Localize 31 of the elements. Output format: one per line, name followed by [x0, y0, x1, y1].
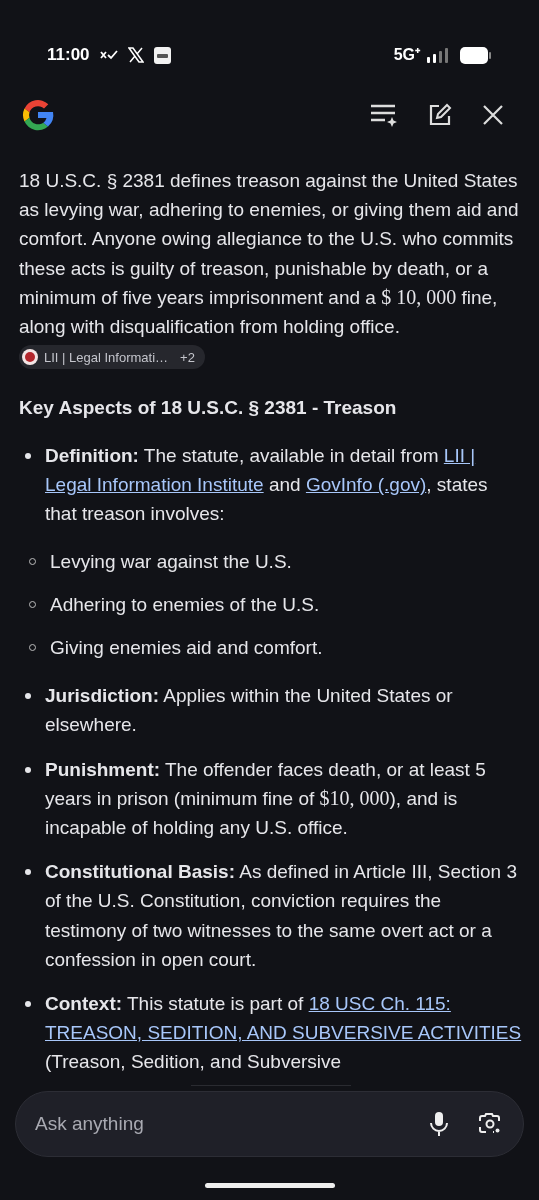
clock-time: 11:00: [47, 44, 90, 67]
list-sparkle-icon[interactable]: [370, 102, 398, 128]
source-link[interactable]: GovInfo (.gov): [305, 474, 427, 496]
close-icon[interactable]: [482, 104, 504, 126]
camera-search-icon[interactable]: [479, 1113, 501, 1135]
sub-bullet-text: Adhering to enemies of the U.S.: [50, 592, 320, 617]
source-link[interactable]: 18 USC Ch. 115:: [308, 992, 451, 1014]
source-link[interactable]: Legal Information Institute: [45, 474, 264, 496]
source-link[interactable]: TREASON, SEDITION, AND SUBVERSIVE ACTIVITIES: [45, 1022, 522, 1044]
bullet-text: Jurisdiction: Applies within the United States or elsewhere.: [45, 684, 454, 738]
bullet-text: Punishment: The offender faces death, or at least 5 years in prison (minimum fine of $10, 000), and is incapable of holding any U.S. office.: [45, 757, 487, 840]
network-label: 5G⁺: [393, 45, 420, 65]
section-heading: Key Aspects of 18 U.S.C. § 2381 - Treason: [19, 396, 398, 421]
ask-input-field[interactable]: Ask anything: [35, 1109, 429, 1139]
ask-bar[interactable]: Ask anything: [15, 1091, 524, 1157]
battery-icon: [460, 46, 492, 64]
app-icon: [153, 46, 171, 64]
edit-icon[interactable]: [428, 103, 452, 127]
bullet-text: Constitutional Basis: As defined in Article III, Section 3 of the U.S. Constitution, conviction requires the testimony of two witnesses to the same overt act or a confession in open court.: [45, 860, 518, 972]
sub-bullet-text: Giving enemies aid and comfort.: [50, 635, 323, 660]
answer-paragraph: 18 U.S.C. § 2381 defines treason against the United States as levying war, adhering to enemies, or giving them aid and comfort. Anyone owing allegiance to the U.S. who commits these acts is guilty of treason, punishable by death, or a minimum of five years imprisonment and a $ 10, 000 fine, along with disqualification from holding office. LII | Legal Informati… +2: [19, 166, 523, 371]
check-icon: [99, 50, 118, 60]
source-chip[interactable]: LII | Legal Informati… +2: [19, 345, 205, 370]
google-logo-icon: [20, 97, 56, 133]
source-favicon-icon: [22, 349, 38, 366]
microphone-icon[interactable]: [429, 1112, 449, 1136]
x-logo-icon: [127, 47, 144, 63]
source-link[interactable]: LII |: [443, 444, 476, 466]
bullet-text: Context: This statute is part of 18 USC Ch. 115: TREASON, SEDITION, AND SUBVERSIVE ACTIVITIES (Treason, Sedition, and Subversive: [45, 991, 523, 1075]
bullet-text: Definition: The statute, available in detail from LII | Legal Information Institute and GovInfo (.gov), states that treason involves:: [45, 443, 489, 527]
sub-bullet-text: Levying war against the U.S.: [50, 549, 292, 574]
